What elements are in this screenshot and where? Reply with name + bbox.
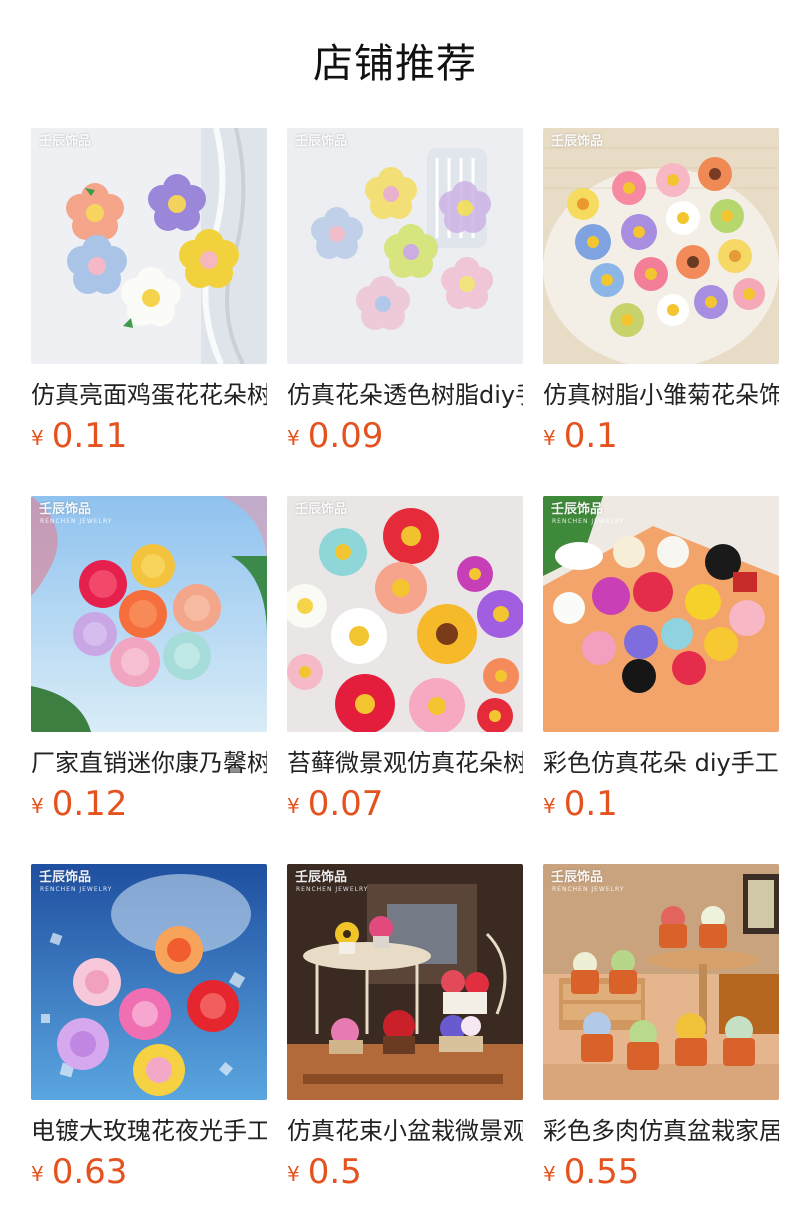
price-value: 0.09	[307, 416, 384, 456]
price-value: 0.1	[563, 784, 618, 824]
price-value: 0.07	[307, 784, 384, 824]
product-image[interactable]: 壬辰饰品 RENCHEN JEWELRY	[31, 496, 267, 732]
product-card[interactable]: 壬辰饰品 苔藓微景观仿真花朵树脂配件 ¥0.07	[287, 496, 523, 832]
brand-watermark: 壬辰饰品	[39, 870, 92, 885]
product-image[interactable]: 壬辰饰品 RENCHEN JEWELRY	[287, 864, 523, 1100]
brand-watermark: 壬辰饰品	[551, 870, 604, 885]
currency-symbol: ¥	[287, 794, 300, 818]
product-card[interactable]: 壬辰饰品 RENCHEN JEWELRY 彩色多肉仿真盆栽家居摆件 ¥0.55	[543, 864, 779, 1200]
succulents-image	[543, 864, 779, 1100]
price-value: 0.1	[563, 416, 618, 456]
product-card[interactable]: 壬辰饰品 RENCHEN JEWELRY 电镀大玫瑰花夜光手工饰品 ¥0.63	[31, 864, 267, 1200]
product-name[interactable]: 彩色仿真花朵 diy手工饰品配件	[543, 746, 779, 780]
brand-watermark-sub: RENCHEN JEWELRY	[40, 518, 113, 525]
brand-watermark: 壬辰饰品	[551, 134, 604, 149]
price-value: 0.55	[563, 1152, 640, 1192]
product-price: ¥0.1	[543, 782, 779, 832]
product-name[interactable]: 厂家直销迷你康乃馨树脂花朵	[31, 746, 267, 780]
product-name[interactable]: 彩色多肉仿真盆栽家居摆件	[543, 1114, 779, 1148]
brand-watermark-sub: RENCHEN JEWELRY	[40, 886, 113, 893]
product-price: ¥0.09	[287, 414, 523, 464]
product-name[interactable]: 仿真亮面鸡蛋花花朵树脂diy	[31, 378, 267, 412]
currency-symbol: ¥	[31, 794, 44, 818]
price-value: 0.63	[51, 1152, 128, 1192]
product-name[interactable]: 仿真花朵透色树脂diy手工饰品	[287, 378, 523, 412]
roses-image	[543, 496, 779, 732]
product-image[interactable]: 壬辰饰品	[287, 496, 523, 732]
product-image[interactable]: 壬辰饰品 RENCHEN JEWELRY	[543, 496, 779, 732]
product-card[interactable]: 壬辰饰品 仿真树脂小雏菊花朵饰品配件 ¥0.1	[543, 128, 779, 464]
product-card[interactable]: 壬辰饰品 RENCHEN JEWELRY 厂家直销迷你康乃馨树脂花朵 ¥0.12	[31, 496, 267, 832]
brand-watermark-sub: RENCHEN JEWELRY	[552, 518, 625, 525]
price-value: 0.11	[51, 416, 128, 456]
brand-watermark: 壬辰饰品	[295, 870, 348, 885]
brand-watermark: 壬辰饰品	[39, 134, 92, 149]
product-image[interactable]: 壬辰饰品	[31, 128, 267, 364]
product-price: ¥0.55	[543, 1150, 779, 1200]
currency-symbol: ¥	[31, 426, 44, 450]
brand-watermark: 壬辰饰品	[295, 134, 348, 149]
product-image[interactable]: 壬辰饰品 RENCHEN JEWELRY	[543, 864, 779, 1100]
product-name[interactable]: 仿真花束小盆栽微景观摆件	[287, 1114, 523, 1148]
translucent-flowers-image	[287, 128, 523, 364]
product-price: ¥0.11	[31, 414, 267, 464]
currency-symbol: ¥	[31, 1162, 44, 1186]
brand-watermark: 壬辰饰品	[295, 502, 348, 517]
product-name[interactable]: 仿真树脂小雏菊花朵饰品配件	[543, 378, 779, 412]
bouquets-image	[287, 864, 523, 1100]
currency-symbol: ¥	[543, 426, 556, 450]
price-value: 0.5	[307, 1152, 362, 1192]
product-price: ¥0.07	[287, 782, 523, 832]
product-image[interactable]: 壬辰饰品	[287, 128, 523, 364]
product-price: ¥0.63	[31, 1150, 267, 1200]
product-name[interactable]: 苔藓微景观仿真花朵树脂配件	[287, 746, 523, 780]
currency-symbol: ¥	[543, 794, 556, 818]
pastel-flowers-image	[31, 128, 267, 364]
brand-watermark: 壬辰饰品	[551, 502, 604, 517]
product-image[interactable]: 壬辰饰品 RENCHEN JEWELRY	[31, 864, 267, 1100]
product-card[interactable]: 壬辰饰品 仿真花朵透色树脂diy手工饰品 ¥0.09	[287, 128, 523, 464]
product-card[interactable]: 壬辰饰品 仿真亮面鸡蛋花花朵树脂diy ¥0.11	[31, 128, 267, 464]
product-card[interactable]: 壬辰饰品 RENCHEN JEWELRY 仿真花束小盆栽微景观摆件 ¥0.5	[287, 864, 523, 1200]
page-title: 店铺推荐	[313, 41, 477, 87]
product-price: ¥0.12	[31, 782, 267, 832]
brand-watermark-sub: RENCHEN JEWELRY	[552, 886, 625, 893]
price-value: 0.12	[51, 784, 128, 824]
currency-symbol: ¥	[287, 426, 300, 450]
brand-watermark-sub: RENCHEN JEWELRY	[296, 886, 369, 893]
colorful-daisies-image	[287, 496, 523, 732]
carnations-image	[31, 496, 267, 732]
glow-roses-image	[31, 864, 267, 1100]
product-image[interactable]: 壬辰饰品	[543, 128, 779, 364]
product-name[interactable]: 电镀大玫瑰花夜光手工饰品	[31, 1114, 267, 1148]
currency-symbol: ¥	[543, 1162, 556, 1186]
daisies-image	[543, 128, 779, 364]
brand-watermark: 壬辰饰品	[39, 502, 92, 517]
product-price: ¥0.5	[287, 1150, 523, 1200]
currency-symbol: ¥	[287, 1162, 300, 1186]
product-price: ¥0.1	[543, 414, 779, 464]
product-card[interactable]: 壬辰饰品 RENCHEN JEWELRY 彩色仿真花朵 diy手工饰品配件 ¥0…	[543, 496, 779, 832]
